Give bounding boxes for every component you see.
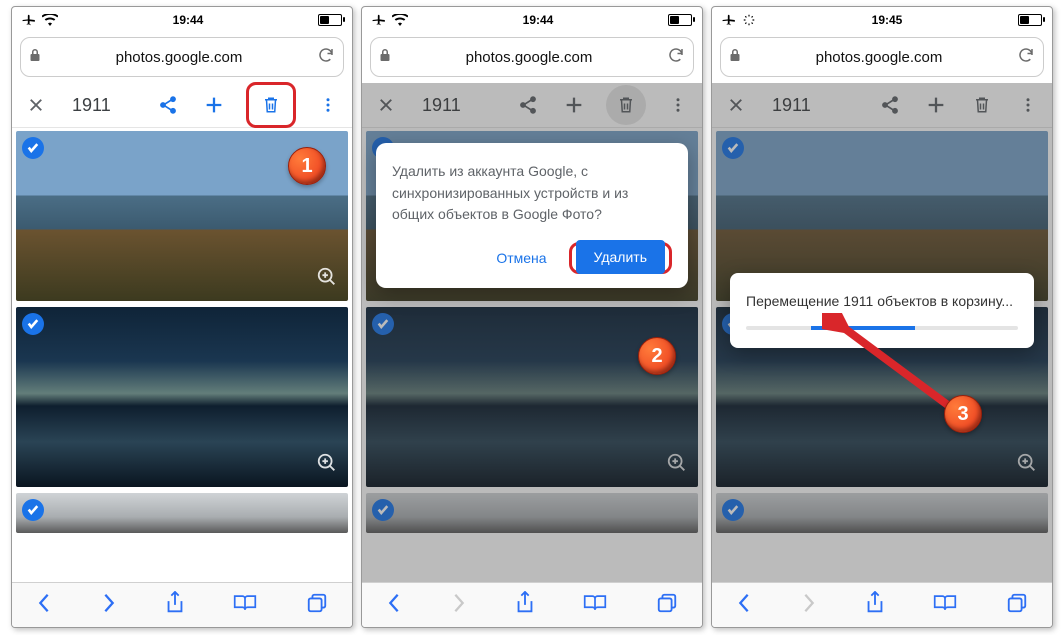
battery-icon [318,14,342,26]
trash-button-highlight [246,82,296,128]
selection-toolbar: 1911 [362,83,702,128]
reload-icon[interactable] [667,46,685,68]
close-icon[interactable] [22,91,50,119]
nav-back-icon[interactable] [736,592,752,619]
safari-toolbar [12,582,352,627]
toast-message: Перемещение 1911 объектов в корзину... [746,291,1018,312]
photo-gallery[interactable] [12,128,352,582]
photo-thumbnail [366,307,698,487]
callout-2: 2 [638,337,676,375]
bookmarks-icon[interactable] [233,593,257,618]
battery-icon [1018,14,1042,26]
bookmarks-icon[interactable] [583,593,607,618]
share-sheet-icon[interactable] [865,591,885,620]
close-icon[interactable] [722,91,750,119]
photo-thumbnail[interactable] [16,307,348,487]
trash-icon[interactable] [257,91,285,119]
photo-thumbnail[interactable] [16,493,348,533]
address-bar[interactable]: photos.google.com [370,37,694,77]
selection-count: 1911 [422,95,461,116]
selected-check-icon [372,313,394,335]
status-bar: 19:45 [712,7,1052,33]
airplane-mode-icon [722,13,736,27]
wifi-icon [392,14,408,26]
delete-button[interactable]: Удалить [576,240,665,274]
selection-count: 1911 [72,95,111,116]
add-icon[interactable] [200,91,228,119]
share-icon[interactable] [514,91,542,119]
selected-check-icon [372,499,394,521]
phone-frame-3: 19:45 photos.google.com 1911 [711,6,1053,628]
address-bar[interactable]: photos.google.com [20,37,344,77]
trash-icon[interactable] [606,85,646,125]
reload-icon[interactable] [317,46,335,68]
add-icon[interactable] [922,91,950,119]
status-clock: 19:45 [872,13,903,27]
wifi-icon [42,14,58,26]
bookmarks-icon[interactable] [933,593,957,618]
tabs-icon[interactable] [306,592,328,619]
phone-frame-2: 19:44 photos.google.com 1911 [361,6,703,628]
nav-back-icon[interactable] [36,592,52,619]
tabs-icon[interactable] [1006,592,1028,619]
add-icon[interactable] [560,91,588,119]
close-icon[interactable] [372,91,400,119]
callout-1: 1 [288,147,326,185]
zoom-icon [666,452,688,479]
selection-count: 1911 [772,95,811,116]
nav-forward-icon [801,592,817,619]
photo-thumbnail [716,493,1048,533]
trash-icon[interactable] [968,91,996,119]
selected-check-icon[interactable] [22,137,44,159]
selected-check-icon [722,137,744,159]
zoom-icon[interactable] [316,266,338,293]
tutorial-stage: 19:44 photos.google.com 1911 [0,0,1064,634]
selection-toolbar: 1911 [712,83,1052,128]
address-url: photos.google.com [397,49,661,66]
safari-toolbar [712,582,1052,627]
lock-icon [29,48,41,66]
zoom-icon[interactable] [316,452,338,479]
more-icon[interactable] [664,91,692,119]
battery-icon [668,14,692,26]
status-bar: 19:44 [12,7,352,33]
reload-icon[interactable] [1017,46,1035,68]
share-icon[interactable] [876,91,904,119]
status-clock: 19:44 [523,13,554,27]
callout-3: 3 [944,395,982,433]
lock-icon [379,48,391,66]
address-url: photos.google.com [747,49,1011,66]
spinner-icon [742,13,756,27]
status-bar: 19:44 [362,7,702,33]
share-sheet-icon[interactable] [165,591,185,620]
more-icon[interactable] [1014,91,1042,119]
delete-confirm-popover: Удалить из аккаунта Google, с синхронизи… [376,143,688,288]
status-clock: 19:44 [173,13,204,27]
popover-actions: Отмена Удалить [392,242,672,274]
nav-back-icon[interactable] [386,592,402,619]
popover-message: Удалить из аккаунта Google, с синхронизи… [392,161,672,226]
zoom-icon [1016,452,1038,479]
address-bar[interactable]: photos.google.com [720,37,1044,77]
airplane-mode-icon [372,13,386,27]
selected-check-icon[interactable] [22,499,44,521]
nav-forward-icon[interactable] [101,592,117,619]
selected-check-icon[interactable] [22,313,44,335]
phone-frame-1: 19:44 photos.google.com 1911 [11,6,353,628]
airplane-mode-icon [22,13,36,27]
cancel-button[interactable]: Отмена [490,242,552,274]
photo-thumbnail [366,493,698,533]
address-url: photos.google.com [47,49,311,66]
nav-forward-icon [451,592,467,619]
more-icon[interactable] [314,91,342,119]
selected-check-icon [722,499,744,521]
safari-toolbar [362,582,702,627]
delete-button-highlight: Удалить [569,242,672,274]
selection-toolbar: 1911 [12,83,352,128]
share-icon[interactable] [154,91,182,119]
lock-icon [729,48,741,66]
tabs-icon[interactable] [656,592,678,619]
share-sheet-icon[interactable] [515,591,535,620]
